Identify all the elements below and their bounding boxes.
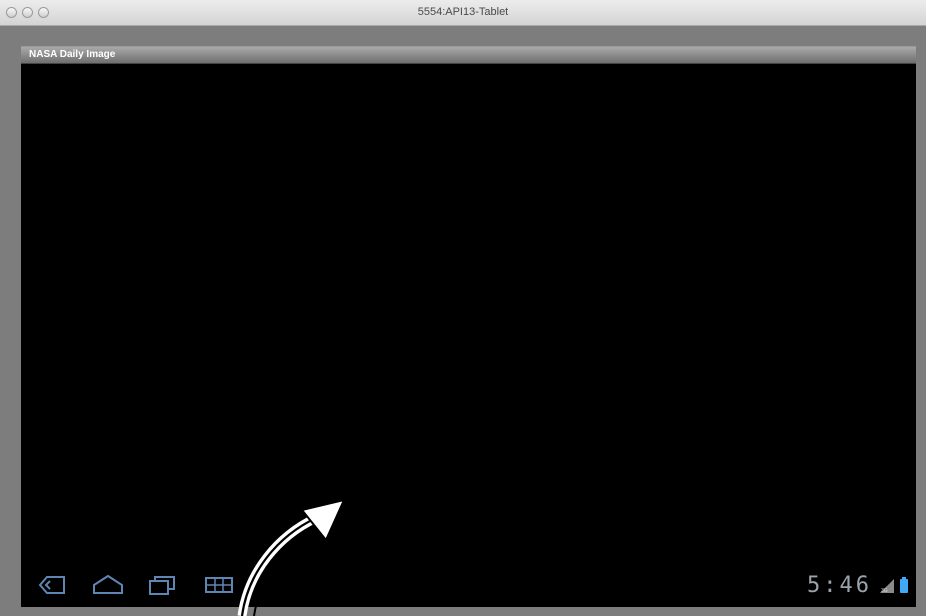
signal-icon: 3G (880, 579, 894, 598)
clock: 5:46 (807, 573, 872, 598)
annotation-arrow (237, 498, 346, 616)
menu-grid-icon[interactable] (204, 573, 234, 602)
back-icon[interactable] (37, 573, 67, 602)
app-title-bar: NASA Daily Image (21, 47, 916, 64)
device-screen[interactable]: NASA Daily Image 5:46 3G (21, 46, 916, 607)
home-icon[interactable] (92, 573, 124, 602)
svg-text:3G: 3G (881, 588, 888, 593)
window-title-bar: 5554:API13-Tablet (0, 0, 926, 26)
system-bar: 5:46 3G (21, 567, 916, 607)
window-title: 5554:API13-Tablet (417, 6, 509, 18)
recent-apps-icon[interactable] (148, 573, 176, 602)
battery-icon (900, 577, 908, 598)
app-title: NASA Daily Image (29, 49, 116, 60)
